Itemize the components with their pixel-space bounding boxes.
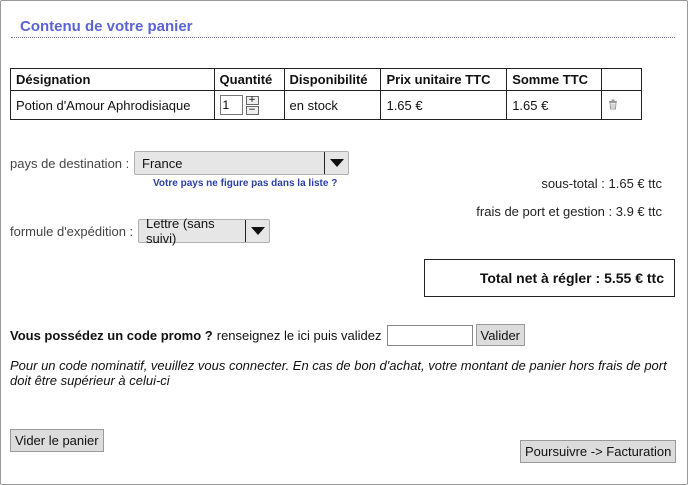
cart-table-header: Désignation Quantité Disponibilité Prix …	[10, 68, 642, 91]
trash-icon[interactable]	[607, 98, 619, 110]
quantity-stepper: + −	[219, 95, 279, 115]
cell-delete	[601, 90, 642, 120]
promo-note: Pour un code nominatif, veuillez vous co…	[10, 358, 667, 388]
empty-cart-button[interactable]: Vider le panier	[10, 429, 104, 452]
header-quantity: Quantité	[213, 68, 285, 91]
destination-label: pays de destination :	[10, 156, 130, 171]
header-availability: Disponibilité	[283, 68, 382, 91]
shipping-select[interactable]: Lettre (sans suivi)	[138, 216, 270, 246]
header-actions	[601, 68, 642, 91]
cell-total: 1.65 €	[506, 90, 603, 120]
destination-value: France	[142, 155, 183, 171]
cell-availability: en stock	[283, 90, 382, 120]
quantity-decrease-button[interactable]: −	[245, 105, 259, 115]
quantity-buttons: + −	[245, 95, 259, 115]
header-total: Somme TTC	[506, 68, 603, 91]
subtotal-text: sous-total : 1.65 € ttc	[541, 176, 662, 191]
total-text: Total net à régler : 5.55 € ttc	[479, 270, 664, 286]
table-row: Potion d'Amour Aphrodisiaque + − en stoc…	[10, 90, 642, 120]
cart-table: Désignation Quantité Disponibilité Prix …	[10, 68, 642, 120]
shipping-dropdown	[245, 220, 269, 242]
destination-select[interactable]: France	[134, 151, 349, 175]
continue-billing-button[interactable]: Poursuivre -> Facturation	[520, 440, 677, 463]
chevron-down-icon	[329, 159, 344, 167]
cell-designation: Potion d'Amour Aphrodisiaque	[10, 90, 215, 120]
shipping-fees-text: frais de port et gestion : 3.9 € ttc	[476, 204, 662, 219]
destination-dropdown	[324, 152, 348, 174]
cell-unit-price: 1.65 €	[380, 90, 508, 120]
shipping-label: formule d'expédition :	[10, 224, 134, 239]
header-unit-price: Prix unitaire TTC	[380, 68, 508, 91]
chevron-down-icon	[250, 227, 265, 235]
validate-promo-button[interactable]: Valider	[475, 324, 526, 346]
page-title: Contenu de votre panier	[20, 18, 193, 35]
shipping-value: Lettre (sans suivi)	[146, 216, 215, 246]
title-divider	[11, 37, 675, 38]
header-designation: Désignation	[10, 68, 215, 91]
total-box: Total net à régler : 5.55 € ttc	[424, 259, 675, 297]
promo-instruction: renseignez le ici puis validez	[216, 327, 382, 343]
promo-question: Vous possédez un code promo ?	[10, 327, 213, 343]
quantity-input[interactable]	[219, 95, 243, 115]
country-missing-link[interactable]: Votre pays ne figure pas dans la liste ?	[153, 178, 337, 189]
cell-quantity: + −	[213, 90, 285, 120]
quantity-increase-button[interactable]: +	[245, 95, 259, 105]
promo-row: Vous possédez un code promo ? renseignez…	[10, 324, 526, 346]
promo-code-input[interactable]	[386, 324, 473, 346]
